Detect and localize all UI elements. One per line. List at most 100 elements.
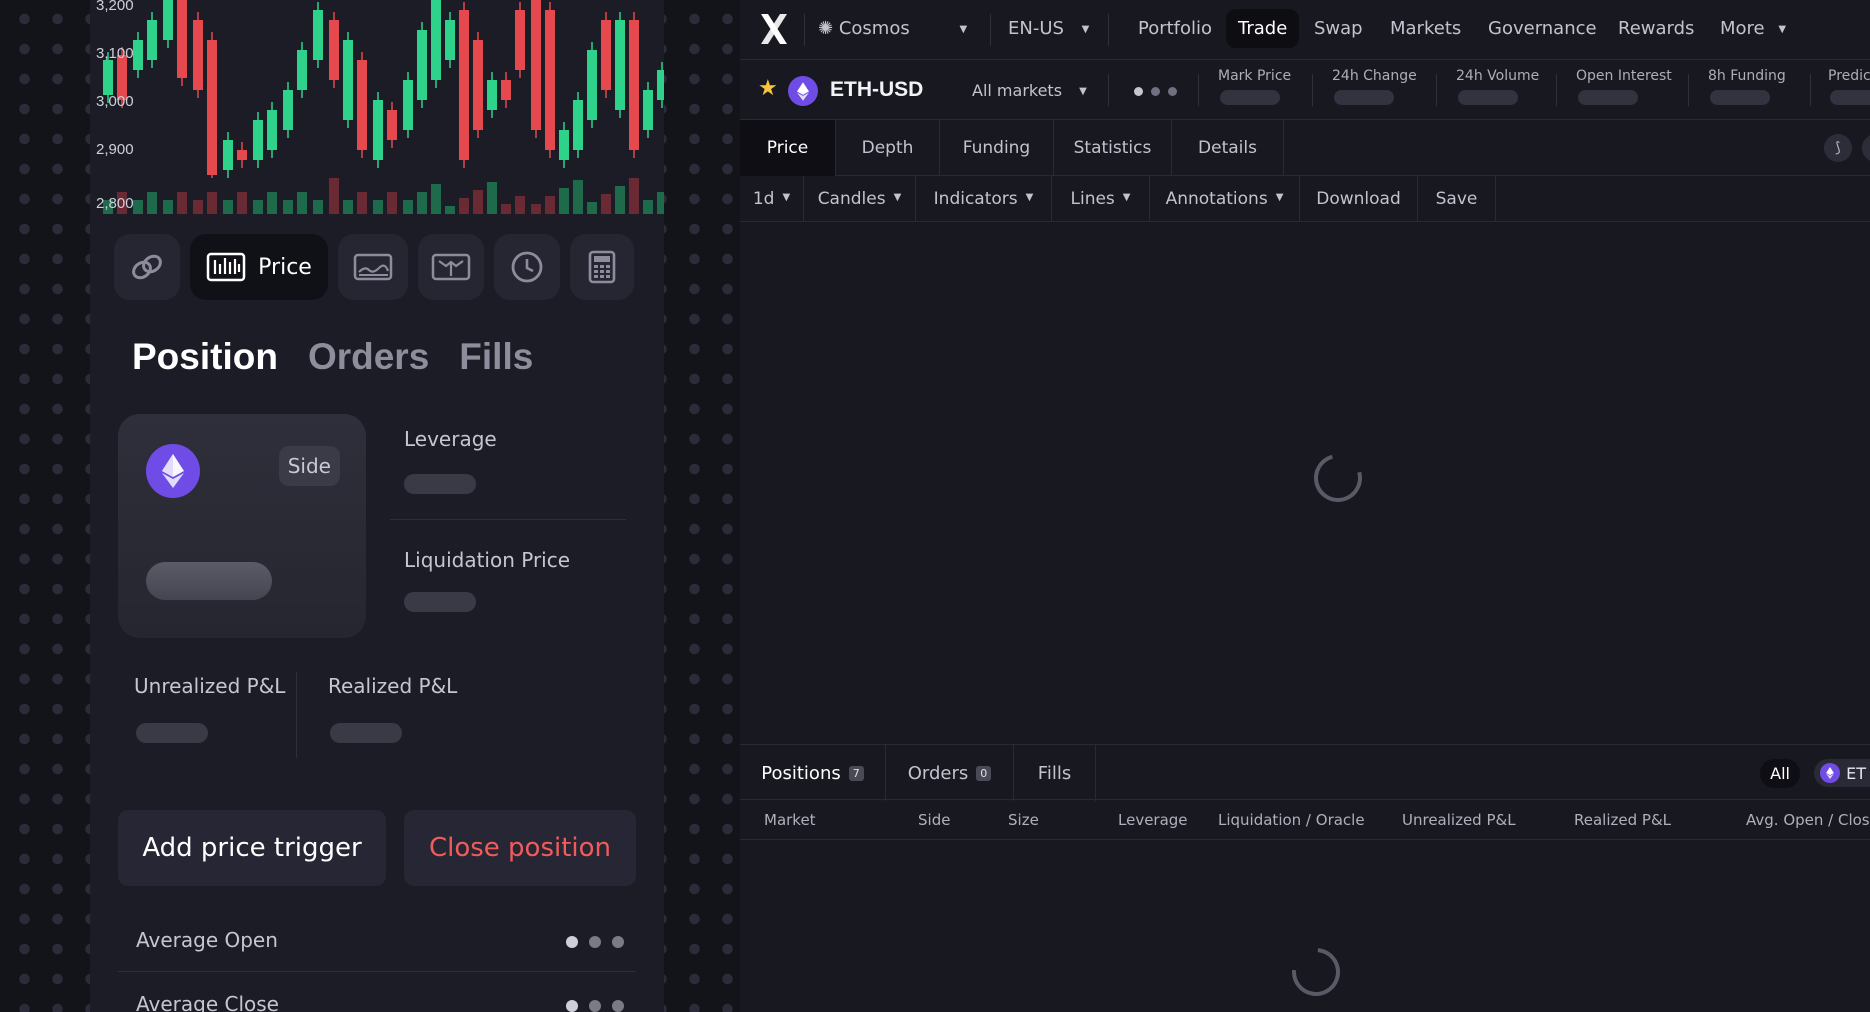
volume-bar — [587, 202, 597, 214]
depth-icon — [353, 253, 393, 281]
loading-dots — [566, 936, 624, 948]
average-open-row: Average Open — [118, 912, 636, 972]
loading-dots — [566, 1000, 624, 1012]
tab-details[interactable]: Details — [1172, 120, 1284, 176]
candle-body — [559, 130, 569, 160]
nav-more[interactable]: More ▼ — [1720, 18, 1786, 39]
network-selector[interactable]: ✺ Cosmos ▼ — [818, 18, 967, 39]
filter-market-button[interactable]: ET — [1814, 759, 1870, 787]
settings-icon[interactable] — [1862, 134, 1870, 162]
nav-swap[interactable]: Swap — [1314, 18, 1363, 39]
timeframe-dropdown[interactable]: 1d ▼ — [740, 176, 804, 222]
cosmos-icon: ✺ — [818, 18, 834, 39]
locale-label: EN-US — [1008, 18, 1064, 39]
annotations-label: Annotations — [1165, 189, 1268, 209]
tab-funding[interactable]: Funding — [940, 120, 1054, 176]
tab-statistics[interactable]: Statistics — [1054, 120, 1172, 176]
annotations-dropdown[interactable]: Annotations ▼ — [1150, 176, 1300, 222]
unrealized-pnl-label: Unrealized P&L — [134, 674, 286, 698]
column-leverage[interactable]: Leverage — [1118, 811, 1188, 829]
stat-24h-volume: 24h Volume — [1456, 68, 1539, 105]
liquidation-price-placeholder — [404, 592, 476, 612]
chart-type-label: Candles — [817, 189, 886, 209]
volume-bar — [297, 192, 307, 214]
tab-price[interactable]: Price — [740, 120, 836, 176]
candle-body — [643, 90, 653, 130]
volume-bar — [207, 192, 217, 214]
column-unrealized-pnl[interactable]: Unrealized P&L — [1402, 811, 1516, 829]
indicators-label: Indicators — [933, 189, 1018, 209]
save-button[interactable]: Save — [1418, 176, 1496, 222]
tab-orders[interactable]: Orders — [308, 336, 429, 378]
stat-24h-change: 24h Change — [1332, 68, 1417, 105]
volume-bar — [283, 200, 293, 214]
filter-all-button[interactable]: All — [1760, 759, 1800, 788]
price-chart-button[interactable]: Price — [190, 234, 328, 300]
candle-body — [147, 20, 157, 60]
divider — [990, 14, 991, 46]
divider — [296, 672, 297, 758]
nav-governance[interactable]: Governance — [1488, 18, 1597, 39]
column-market[interactable]: Market — [764, 811, 816, 829]
volume-bar — [373, 200, 383, 214]
column-size[interactable]: Size — [1008, 811, 1039, 829]
nav-trade[interactable]: Trade — [1226, 9, 1300, 48]
nav-more-label: More — [1720, 18, 1765, 39]
mobile-trade-panel: 3,200 3,100 3,000 2,900 2,800 Price Posi… — [90, 0, 664, 1012]
indicators-dropdown[interactable]: Indicators ▼ — [916, 176, 1052, 222]
divider — [1312, 74, 1313, 106]
chart-tabs: Price Depth Funding Statistics Details ⟆ — [740, 120, 1870, 176]
volume-bar — [615, 186, 625, 214]
nav-portfolio[interactable]: Portfolio — [1138, 18, 1212, 39]
tab-orders-bottom[interactable]: Orders 0 — [886, 745, 1014, 801]
app-logo-icon[interactable] — [758, 12, 790, 46]
stat-label: 24h Change — [1332, 68, 1417, 84]
funding-chart-button[interactable] — [418, 234, 484, 300]
add-price-trigger-button[interactable]: Add price trigger — [118, 810, 386, 886]
stat-placeholder — [1458, 90, 1518, 105]
nav-markets[interactable]: Markets — [1390, 18, 1461, 39]
candle-body — [373, 100, 383, 160]
link-button[interactable] — [114, 234, 180, 300]
y-tick-label: 3,000 — [96, 93, 134, 110]
depth-chart-button[interactable] — [338, 234, 408, 300]
locale-selector[interactable]: EN-US ▼ — [1008, 18, 1089, 39]
chart-type-dropdown[interactable]: Candles ▼ — [804, 176, 916, 222]
tab-depth[interactable]: Depth — [836, 120, 940, 176]
stat-open-interest: Open Interest — [1576, 68, 1672, 105]
candle-body — [487, 80, 497, 110]
volume-bar — [445, 206, 455, 214]
column-liquidation-oracle[interactable]: Liquidation / Oracle — [1218, 811, 1365, 829]
lines-dropdown[interactable]: Lines ▼ — [1052, 176, 1150, 222]
candle-body — [629, 20, 639, 150]
column-side[interactable]: Side — [918, 811, 950, 829]
tab-fills-bottom[interactable]: Fills — [1014, 745, 1096, 801]
stat-label: Mark Price — [1218, 68, 1292, 84]
all-markets-dropdown[interactable]: All markets ▼ — [972, 81, 1087, 100]
stat-placeholder — [1710, 90, 1770, 105]
history-button[interactable] — [494, 234, 560, 300]
column-avg-open-close[interactable]: Avg. Open / Close — [1746, 811, 1870, 829]
download-button[interactable]: Download — [1300, 176, 1418, 222]
candle-body — [531, 0, 541, 130]
tab-position[interactable]: Position — [132, 336, 278, 378]
tradingview-icon[interactable]: ⟆ — [1824, 134, 1852, 162]
chevron-down-icon: ▼ — [1081, 24, 1090, 35]
loading-spinner — [1305, 445, 1371, 511]
calculator-button[interactable] — [570, 234, 634, 300]
volume-bar — [253, 200, 263, 214]
close-position-button[interactable]: Close position — [404, 810, 636, 886]
candle-body — [459, 10, 469, 160]
candle-body — [417, 30, 427, 100]
nav-rewards[interactable]: Rewards — [1618, 18, 1694, 39]
column-realized-pnl[interactable]: Realized P&L — [1574, 811, 1671, 829]
mini-candle-chart: 3,200 3,100 3,000 2,900 2,800 — [96, 0, 664, 214]
candle-body — [237, 150, 247, 160]
tab-positions[interactable]: Positions 7 — [740, 745, 886, 801]
candle-body — [283, 90, 293, 130]
tab-fills[interactable]: Fills — [459, 336, 533, 378]
favorite-star-icon[interactable]: ★ — [758, 76, 778, 101]
volume-bar — [343, 200, 353, 214]
loading-spinner — [1282, 938, 1350, 1006]
price-chart-area[interactable] — [740, 222, 1870, 742]
